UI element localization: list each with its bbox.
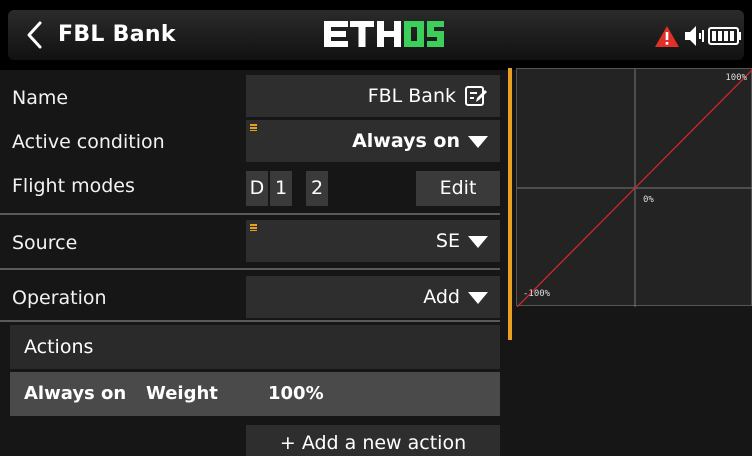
divider bbox=[0, 213, 500, 215]
name-value: FBL Bank bbox=[367, 85, 456, 107]
active-condition-label: Active condition bbox=[12, 131, 165, 153]
flight-mode-2[interactable]: 2 bbox=[306, 171, 328, 206]
name-field[interactable]: FBL Bank bbox=[246, 75, 500, 117]
battery-icon[interactable] bbox=[708, 27, 742, 45]
speaker-icon[interactable] bbox=[683, 24, 705, 48]
screen: FBL Bank Name FBL Bank Active condition … bbox=[0, 0, 752, 456]
dropdown-arrow-icon bbox=[468, 136, 488, 148]
warning-icon[interactable] bbox=[654, 25, 680, 48]
edit-icon bbox=[465, 86, 487, 106]
actions-header: Actions bbox=[10, 325, 500, 369]
curve-center-label: 0% bbox=[643, 195, 654, 205]
add-action-button[interactable]: + Add a new action bbox=[246, 425, 500, 456]
divider bbox=[0, 268, 500, 270]
operation-label: Operation bbox=[12, 287, 107, 309]
curve-top-label: 100% bbox=[725, 73, 747, 83]
curve-graph: 100% 0% -100% bbox=[516, 68, 752, 307]
operation-select[interactable]: Add bbox=[246, 276, 500, 318]
source-value: SE bbox=[435, 230, 460, 252]
flight-mode-1[interactable]: 1 bbox=[270, 171, 292, 206]
override-marker-icon bbox=[250, 224, 257, 231]
name-label: Name bbox=[12, 87, 69, 109]
scrollbar[interactable] bbox=[508, 68, 512, 340]
action-row[interactable]: Always on Weight 100% bbox=[10, 372, 500, 416]
header: FBL Bank bbox=[0, 0, 752, 70]
source-select[interactable]: SE bbox=[246, 220, 500, 262]
action-condition: Always on bbox=[24, 383, 127, 404]
dropdown-arrow-icon bbox=[468, 292, 488, 304]
action-weight-value: 100% bbox=[268, 383, 324, 404]
curve-svg bbox=[517, 69, 752, 307]
action-weight-label: Weight bbox=[146, 383, 218, 404]
divider bbox=[0, 320, 500, 322]
ethos-logo bbox=[324, 21, 444, 47]
flight-mode-d[interactable]: D bbox=[246, 171, 268, 206]
source-label: Source bbox=[12, 232, 78, 254]
page-title: FBL Bank bbox=[58, 22, 176, 47]
back-icon[interactable] bbox=[22, 17, 46, 53]
active-condition-select[interactable]: Always on bbox=[246, 120, 500, 162]
curve-bottom-label: -100% bbox=[523, 289, 551, 299]
active-condition-value: Always on bbox=[352, 130, 460, 152]
override-marker-icon bbox=[250, 124, 257, 131]
actions-title: Actions bbox=[24, 336, 94, 358]
flight-modes-label: Flight modes bbox=[12, 175, 135, 197]
operation-value: Add bbox=[423, 286, 460, 308]
flight-modes-edit-button[interactable]: Edit bbox=[416, 171, 500, 206]
dropdown-arrow-icon bbox=[468, 236, 488, 248]
